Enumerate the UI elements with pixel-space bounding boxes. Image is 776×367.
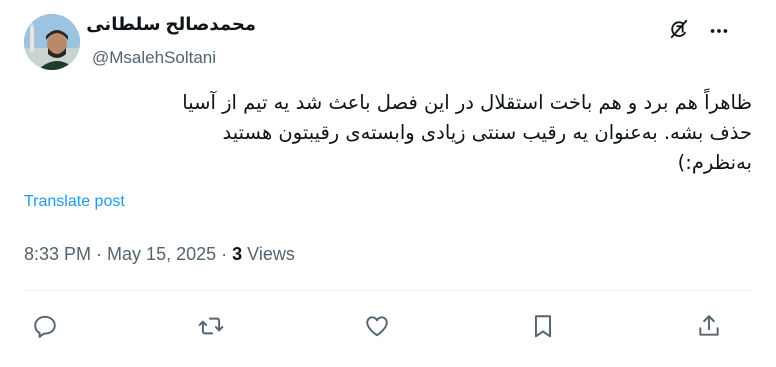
bookmark-icon bbox=[534, 315, 552, 338]
grok-icon[interactable] bbox=[668, 18, 690, 40]
views-label: Views bbox=[242, 244, 295, 264]
like-icon bbox=[366, 316, 388, 337]
avatar-image bbox=[24, 14, 80, 70]
like-button[interactable] bbox=[364, 313, 390, 339]
more-icon[interactable] bbox=[708, 20, 730, 42]
bookmark-button[interactable] bbox=[530, 313, 556, 339]
post-text-line: ظاهراً هم برد و هم باخت استقلال در این ف… bbox=[182, 91, 752, 114]
share-icon bbox=[699, 315, 719, 336]
reply-icon bbox=[34, 315, 56, 338]
translate-post-link[interactable]: Translate post bbox=[24, 193, 125, 211]
avatar[interactable] bbox=[24, 14, 80, 70]
post-date[interactable]: May 15, 2025 bbox=[107, 244, 216, 264]
author-handle[interactable]: @MsalehSoltani bbox=[92, 48, 216, 68]
post-meta: 8:33 PM · May 15, 2025 · 3 Views bbox=[24, 244, 295, 265]
post-time[interactable]: 8:33 PM bbox=[24, 244, 91, 264]
views-count: 3 bbox=[232, 244, 243, 264]
reply-button[interactable] bbox=[32, 313, 58, 339]
meta-separator: · bbox=[216, 244, 233, 264]
repost-icon bbox=[198, 317, 224, 335]
divider bbox=[24, 290, 752, 291]
share-button[interactable] bbox=[696, 313, 722, 339]
meta-separator: · bbox=[91, 244, 108, 264]
post-text-line: به‌نظرم:) bbox=[677, 151, 752, 174]
post-text-line: حذف بشه. به‌عنوان یه رقیب سنتی زیادی واب… bbox=[222, 121, 752, 144]
repost-button[interactable] bbox=[198, 313, 224, 339]
author-display-name[interactable]: محمدصالح سلطانی bbox=[86, 14, 256, 35]
post-text: ظاهراً هم برد و هم باخت استقلال در این ف… bbox=[32, 88, 752, 178]
